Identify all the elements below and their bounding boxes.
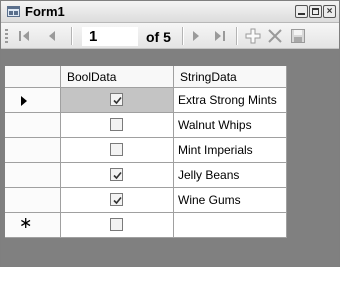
move-last-button[interactable] xyxy=(213,27,227,45)
move-next-button[interactable] xyxy=(189,27,203,45)
toolbar-separator xyxy=(71,27,72,45)
delete-icon xyxy=(268,29,282,43)
new-row-icon: ∗ xyxy=(19,215,33,232)
grid-corner-header[interactable] xyxy=(5,66,61,88)
checkmark-icon xyxy=(113,171,122,180)
string-cell[interactable] xyxy=(174,213,287,238)
bool-cell[interactable] xyxy=(61,113,174,138)
title-bar[interactable]: Form1 × xyxy=(1,1,339,23)
row-header[interactable] xyxy=(5,113,61,138)
form-window: Form1 × 1 of 5 BoolData StringData Extra… xyxy=(0,0,340,267)
window-title: Form1 xyxy=(25,4,65,19)
current-row-arrow-icon xyxy=(21,96,27,106)
row-header[interactable] xyxy=(5,163,61,188)
bool-cell[interactable] xyxy=(61,188,174,213)
save-button[interactable] xyxy=(290,27,306,45)
form-icon xyxy=(7,6,20,17)
bool-cell[interactable] xyxy=(61,213,174,238)
row-header[interactable] xyxy=(5,188,61,213)
checkbox[interactable] xyxy=(110,193,123,206)
row-header[interactable] xyxy=(5,138,61,163)
add-icon xyxy=(245,28,261,44)
save-icon xyxy=(291,29,305,43)
toolbar-grip[interactable] xyxy=(5,29,8,44)
minimize-button[interactable] xyxy=(295,5,308,18)
string-cell[interactable]: Mint Imperials xyxy=(174,138,287,163)
data-grid[interactable]: BoolData StringData Extra Strong Mints Wa… xyxy=(1,49,339,266)
checkmark-icon xyxy=(113,196,122,205)
binding-navigator: 1 of 5 xyxy=(1,23,339,49)
position-input[interactable]: 1 xyxy=(82,27,138,46)
add-new-button[interactable] xyxy=(244,27,262,45)
move-first-icon xyxy=(19,31,29,41)
record-count-label: of 5 xyxy=(146,29,171,45)
move-last-icon xyxy=(215,31,225,41)
column-header-booldata[interactable]: BoolData xyxy=(61,66,174,88)
checkbox[interactable] xyxy=(110,218,123,231)
move-previous-icon xyxy=(49,31,55,41)
move-previous-button[interactable] xyxy=(45,27,59,45)
bool-cell[interactable] xyxy=(61,138,174,163)
checkbox[interactable] xyxy=(110,168,123,181)
toolbar-separator xyxy=(182,27,183,45)
maximize-button[interactable] xyxy=(309,5,322,18)
bool-cell[interactable] xyxy=(61,88,174,113)
row-header[interactable] xyxy=(5,88,61,113)
move-next-icon xyxy=(193,31,199,41)
string-cell[interactable]: Walnut Whips xyxy=(174,113,287,138)
column-header-stringdata[interactable]: StringData xyxy=(174,66,287,88)
checkbox[interactable] xyxy=(110,118,123,131)
checkbox[interactable] xyxy=(110,93,123,106)
checkmark-icon xyxy=(113,96,122,105)
bool-cell[interactable] xyxy=(61,163,174,188)
checkbox[interactable] xyxy=(110,143,123,156)
row-header[interactable]: ∗ xyxy=(5,213,61,238)
string-cell[interactable]: Extra Strong Mints xyxy=(174,88,287,113)
string-cell[interactable]: Jelly Beans xyxy=(174,163,287,188)
move-first-button[interactable] xyxy=(17,27,31,45)
toolbar-separator xyxy=(236,27,237,45)
delete-button[interactable] xyxy=(267,27,283,45)
close-button[interactable]: × xyxy=(323,5,336,18)
string-cell[interactable]: Wine Gums xyxy=(174,188,287,213)
